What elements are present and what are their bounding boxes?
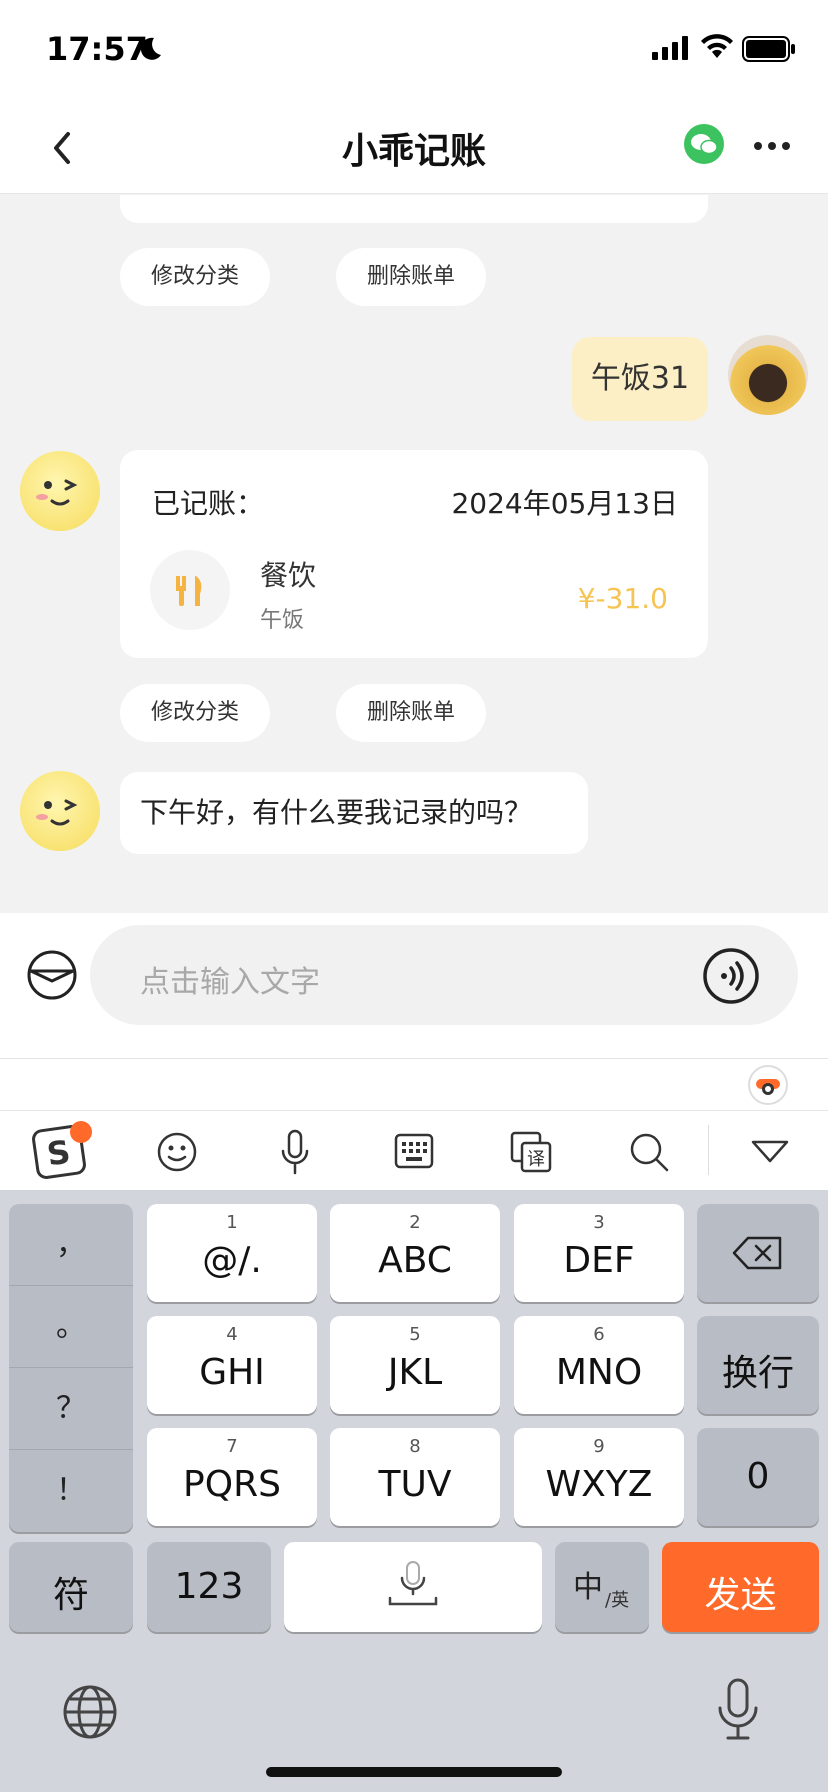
record-card[interactable]: 已记账： 2024年05月13日 餐饮 午饭 ¥-31.0 <box>120 450 708 658</box>
key-7[interactable]: 7 PQRS <box>147 1428 317 1526</box>
dictation-icon[interactable] <box>716 1678 760 1742</box>
battery-icon <box>742 36 795 62</box>
key-1[interactable]: 1 @/. <box>147 1204 317 1302</box>
record-category: 餐饮 <box>260 559 317 592</box>
moon-icon <box>140 37 161 60</box>
record-date: 2024年05月13日 <box>451 487 678 520</box>
key-5[interactable]: 5 JKL <box>330 1316 500 1414</box>
globe-icon[interactable] <box>62 1684 118 1740</box>
ime-mascot-icon[interactable] <box>748 1065 788 1105</box>
punct-period-key[interactable]: 。 <box>9 1286 133 1368</box>
keyboard: ， 。 ？ ！ 1 @/. 2 ABC 3 DEF 4 GHI 5 JKL 6 MNO 换行… <box>0 1190 828 1792</box>
bot-message: 下午好，有什么要我记录的吗？ <box>120 772 588 854</box>
space-key[interactable] <box>284 1542 542 1632</box>
wallet-icon[interactable] <box>26 949 78 1001</box>
record-note: 午饭 <box>260 608 305 633</box>
notification-badge-icon <box>70 1121 92 1143</box>
microphone-icon[interactable] <box>280 1129 310 1175</box>
delete-bill-button[interactable]: 删除账单 <box>336 684 486 742</box>
backspace-key[interactable] <box>697 1204 819 1302</box>
send-key[interactable]: 发送 <box>662 1542 819 1632</box>
punct-question-key[interactable]: ？ <box>9 1368 133 1450</box>
input-placeholder: 点击输入文字 <box>140 965 320 1000</box>
signal-icon <box>652 36 688 60</box>
key-4[interactable]: 4 GHI <box>147 1316 317 1414</box>
delete-bill-button[interactable]: 删除账单 <box>336 248 486 306</box>
wifi-icon <box>701 34 733 58</box>
record-label: 已记账： <box>152 487 265 520</box>
message-input[interactable]: 点击输入文字 <box>90 925 798 1025</box>
punct-comma-key[interactable]: ， <box>9 1204 133 1286</box>
symbols-key[interactable]: 符 <box>9 1542 133 1632</box>
voice-input-icon[interactable] <box>702 947 760 1005</box>
punct-exclaim-key[interactable]: ！ <box>9 1450 133 1532</box>
hide-keyboard-icon[interactable] <box>750 1139 790 1165</box>
key-2[interactable]: 2 ABC <box>330 1204 500 1302</box>
key-8[interactable]: 8 TUV <box>330 1428 500 1526</box>
wechat-icon[interactable] <box>684 124 724 164</box>
svg-text:S: S <box>45 1133 73 1174</box>
record-amount: ¥-31.0 <box>577 582 668 615</box>
emoji-icon[interactable] <box>156 1131 198 1173</box>
bot-avatar <box>20 451 100 531</box>
toolbar-divider <box>708 1125 709 1175</box>
punctuation-column[interactable]: ， 。 ？ ！ <box>9 1204 133 1532</box>
more-icon[interactable] <box>752 140 792 152</box>
status-time: 17:57 <box>46 30 148 68</box>
keyboard-icon[interactable] <box>394 1133 434 1169</box>
input-bar: 点击输入文字 <box>0 913 828 1058</box>
keyboard-suggestion-strip <box>0 1058 828 1110</box>
search-icon[interactable] <box>628 1131 670 1173</box>
translate-icon[interactable]: 译 <box>510 1131 552 1173</box>
key-6[interactable]: 6 MNO <box>514 1316 684 1414</box>
space-mic-icon <box>388 1561 438 1606</box>
keyboard-toolbar: S 译 <box>0 1110 828 1190</box>
key-0[interactable]: 0 <box>697 1428 819 1526</box>
dining-icon <box>150 550 230 630</box>
status-bar: 17:57 <box>0 0 828 100</box>
backspace-icon <box>732 1236 782 1270</box>
edit-category-button[interactable]: 修改分类 <box>120 684 270 742</box>
previous-record-card <box>120 195 708 223</box>
user-message: 午饭31 <box>572 337 708 421</box>
svg-text:译: 译 <box>527 1149 545 1170</box>
bot-avatar <box>20 771 100 851</box>
newline-key[interactable]: 换行 <box>697 1316 819 1414</box>
home-indicator <box>266 1767 562 1777</box>
numbers-key[interactable]: 123 <box>147 1542 271 1632</box>
key-9[interactable]: 9 WXYZ <box>514 1428 684 1526</box>
key-3[interactable]: 3 DEF <box>514 1204 684 1302</box>
edit-category-button[interactable]: 修改分类 <box>120 248 270 306</box>
user-avatar[interactable] <box>728 335 808 415</box>
language-switch-key[interactable]: 中 /英 <box>555 1542 649 1632</box>
nav-bar: 小乖记账 <box>0 100 828 194</box>
chat-area: 修改分类 删除账单 午饭31 已记账： 2024年05月13日 餐饮 午饭 ¥-… <box>0 195 828 913</box>
